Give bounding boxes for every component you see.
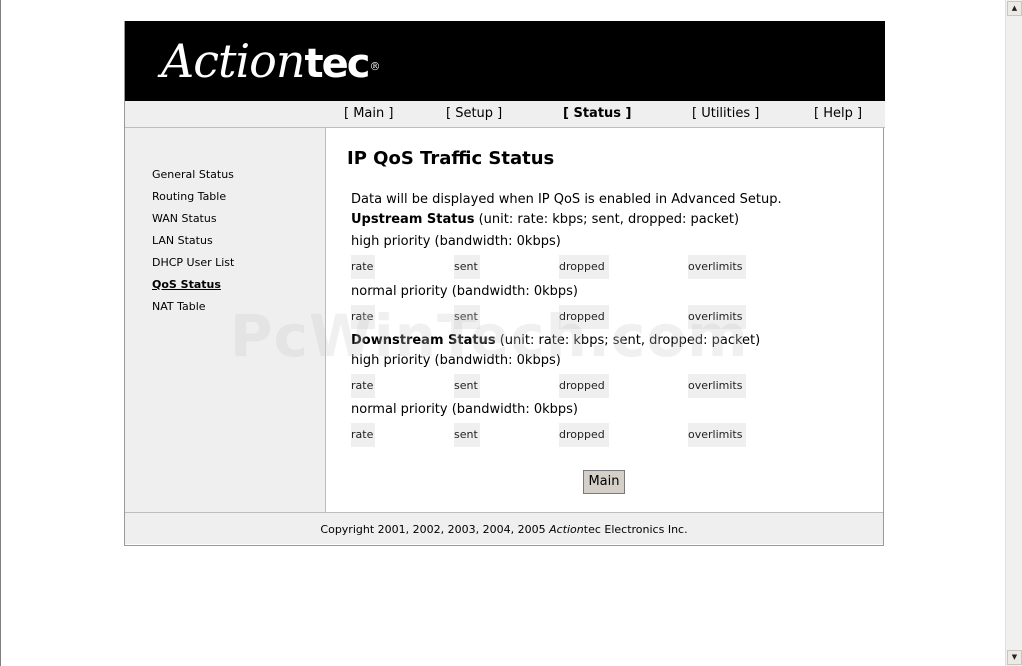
upstream-high-overlimits-header: overlimits	[688, 255, 746, 279]
downstream-high-dropped-header: dropped	[559, 374, 609, 398]
upstream-title: Upstream Status	[351, 212, 475, 227]
scroll-down-arrow-icon[interactable]: ▼	[1007, 650, 1022, 665]
scroll-up-arrow-icon[interactable]: ▲	[1007, 1, 1022, 16]
sidebar-item-nat-table[interactable]: NAT Table	[152, 300, 206, 313]
upstream-normal-sent-header: sent	[454, 305, 480, 329]
sidebar-item-routing-table[interactable]: Routing Table	[152, 190, 226, 203]
upstream-high-sent-header: sent	[454, 255, 480, 279]
downstream-units: (unit: rate: kbps; sent, dropped: packet…	[499, 333, 761, 348]
downstream-normal-rate-header: rate	[351, 423, 375, 447]
status-sidebar: General Status Routing Table WAN Status …	[125, 128, 326, 512]
main-content: IP QoS Traffic Status Data will be displ…	[326, 128, 883, 512]
window-left-border	[0, 0, 1, 666]
upstream-normal-overlimits-header: overlimits	[688, 305, 746, 329]
actiontec-logo: Actiontec®	[161, 34, 380, 88]
upstream-normal-dropped-header: dropped	[559, 305, 609, 329]
sidebar-item-lan-status[interactable]: LAN Status	[152, 234, 213, 247]
downstream-high-overlimits-header: overlimits	[688, 374, 746, 398]
downstream-high-sent-header: sent	[454, 374, 480, 398]
nav-setup[interactable]: [ Setup ]	[446, 106, 502, 121]
downstream-normal-dropped-header: dropped	[559, 423, 609, 447]
top-nav: [ Main ] [ Setup ] [ Status ] [ Utilitie…	[125, 101, 885, 128]
downstream-normal-overlimits-header: overlimits	[688, 423, 746, 447]
page-title: IP QoS Traffic Status	[347, 148, 555, 169]
upstream-high-priority: high priority (bandwidth: 0kbps)	[351, 234, 561, 249]
copyright-text: Copyright 2001, 2002, 2003, 2004, 2005 A…	[320, 523, 688, 536]
upstream-units: (unit: rate: kbps; sent, dropped: packet…	[478, 212, 740, 227]
nav-main[interactable]: [ Main ]	[344, 106, 393, 121]
sidebar-item-general-status[interactable]: General Status	[152, 168, 234, 181]
sidebar-item-wan-status[interactable]: WAN Status	[152, 212, 217, 225]
downstream-title: Downstream Status	[351, 333, 496, 348]
downstream-normal-sent-header: sent	[454, 423, 480, 447]
upstream-high-dropped-header: dropped	[559, 255, 609, 279]
main-button[interactable]: Main	[583, 470, 625, 494]
upstream-normal-rate-header: rate	[351, 305, 375, 329]
vertical-scrollbar[interactable]: ▲ ▼	[1005, 0, 1022, 666]
router-page-frame: Actiontec® [ Main ] [ Setup ] [ Status ]…	[124, 21, 885, 546]
downstream-high-rate-header: rate	[351, 374, 375, 398]
header-banner: Actiontec®	[125, 21, 885, 101]
nav-help[interactable]: [ Help ]	[814, 106, 862, 121]
nav-utilities[interactable]: [ Utilities ]	[692, 106, 759, 121]
upstream-high-rate-header: rate	[351, 255, 375, 279]
upstream-heading: Upstream Status (unit: rate: kbps; sent,…	[351, 212, 739, 227]
info-text: Data will be displayed when IP QoS is en…	[351, 192, 782, 207]
upstream-normal-priority: normal priority (bandwidth: 0kbps)	[351, 284, 578, 299]
sidebar-item-qos-status[interactable]: QoS Status	[152, 278, 221, 291]
downstream-high-priority: high priority (bandwidth: 0kbps)	[351, 353, 561, 368]
downstream-normal-priority: normal priority (bandwidth: 0kbps)	[351, 402, 578, 417]
sidebar-item-dhcp-user-list[interactable]: DHCP User List	[152, 256, 234, 269]
nav-status[interactable]: [ Status ]	[563, 106, 632, 121]
footer: Copyright 2001, 2002, 2003, 2004, 2005 A…	[125, 512, 883, 544]
downstream-heading: Downstream Status (unit: rate: kbps; sen…	[351, 333, 760, 348]
